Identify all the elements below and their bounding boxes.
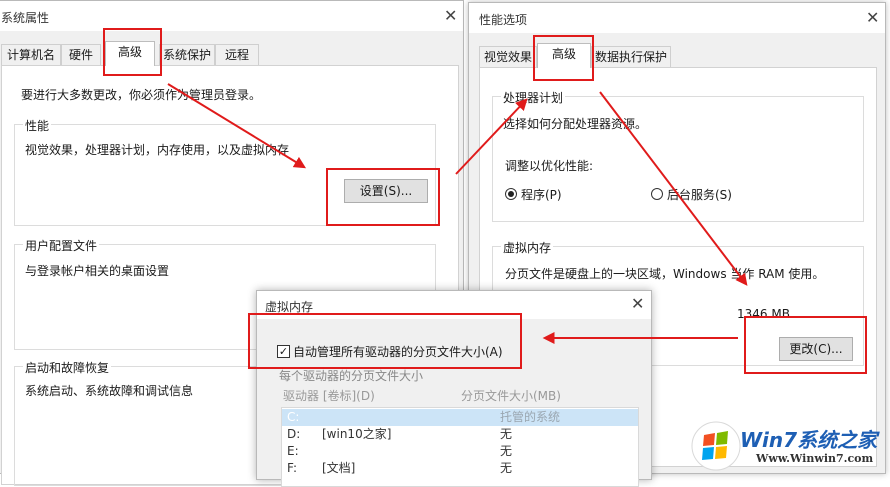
system-properties-tabs: 计算机名 硬件 高级 系统保护 远程: [0, 41, 463, 66]
tab-computer-name[interactable]: 计算机名: [1, 44, 61, 65]
drive-row[interactable]: E: 无: [282, 443, 638, 460]
adjust-label: 调整以优化性能:: [505, 159, 594, 173]
tab-hardware[interactable]: 硬件: [61, 44, 101, 65]
processor-scheduling-label: 处理器计划: [501, 89, 566, 106]
windows-logo-icon: [691, 421, 741, 471]
drive-row[interactable]: D: [win10之家] 无: [282, 426, 638, 443]
auto-manage-checkbox[interactable]: ✓: [277, 345, 290, 358]
virtual-memory-description: 分页文件是硬盘上的一块区域，Windows 当作 RAM 使用。: [505, 267, 825, 281]
virtual-memory-titlebar: 虚拟内存 ✕: [257, 291, 651, 319]
background-services-radio[interactable]: [651, 188, 663, 200]
tab-data-execution-prevention[interactable]: 数据执行保护: [591, 46, 671, 67]
close-icon[interactable]: ✕: [444, 6, 457, 25]
paging-section-label: 每个驱动器的分页文件大小: [279, 369, 424, 383]
drive-column-header: 驱动器 [卷标](D): [283, 389, 375, 403]
performance-description: 视觉效果，处理器计划，内存使用，以及虚拟内存: [25, 143, 290, 157]
performance-label: 性能: [23, 117, 52, 134]
auto-manage-label[interactable]: 自动管理所有驱动器的分页文件大小(A): [293, 343, 503, 360]
performance-settings-button[interactable]: 设置(S)...: [344, 179, 428, 203]
watermark: Win7系统之家 Www.Winwin7.com: [690, 418, 890, 474]
performance-group: 性能 视觉效果，处理器计划，内存使用，以及虚拟内存 设置(S)...: [14, 117, 436, 226]
tab-system-protection[interactable]: 系统保护: [159, 44, 215, 65]
watermark-url: Www.Winwin7.com: [756, 452, 874, 465]
tab-advanced[interactable]: 高级: [537, 43, 591, 68]
processor-scheduling-group: 处理器计划 选择如何分配处理器资源。 调整以优化性能: 程序(P) 后台服务(S…: [492, 89, 864, 222]
size-column-header: 分页文件大小(MB): [461, 389, 561, 403]
programs-radio-label[interactable]: 程序(P): [521, 186, 562, 203]
virtual-memory-label: 虚拟内存: [501, 239, 554, 256]
user-profiles-description: 与登录帐户相关的桌面设置: [25, 264, 170, 278]
system-properties-title: 系统属性: [1, 11, 50, 25]
tab-advanced[interactable]: 高级: [105, 41, 155, 66]
watermark-brand: Win7系统之家: [740, 428, 878, 452]
processor-description: 选择如何分配处理器资源。: [503, 117, 648, 131]
performance-options-title: 性能选项: [479, 13, 528, 27]
tab-remote[interactable]: 远程: [215, 44, 259, 65]
background-services-radio-label[interactable]: 后台服务(S): [667, 186, 732, 203]
close-icon[interactable]: ✕: [631, 294, 644, 313]
startup-recovery-label: 启动和故障恢复: [23, 359, 112, 376]
virtual-memory-title: 虚拟内存: [265, 300, 314, 314]
performance-options-titlebar: 性能选项 ✕: [469, 3, 885, 33]
system-properties-titlebar: 系统属性 ✕: [0, 1, 463, 31]
tab-visual-effects[interactable]: 视觉效果: [479, 46, 537, 67]
virtual-memory-dialog: 虚拟内存 ✕ ✓ 自动管理所有驱动器的分页文件大小(A) 每个驱动器的分页文件大…: [256, 290, 652, 487]
drive-row[interactable]: F: [文档] 无: [282, 460, 638, 477]
close-icon[interactable]: ✕: [866, 8, 879, 27]
virtual-memory-size: 1346 MB: [737, 307, 790, 321]
drive-list[interactable]: C: 托管的系统 D: [win10之家] 无 E: 无 F: [文档] 无: [281, 407, 639, 487]
admin-notice: 要进行大多数更改，你必须作为管理员登录。: [21, 88, 262, 102]
programs-radio[interactable]: [505, 188, 517, 200]
drive-row[interactable]: C: 托管的系统: [282, 409, 638, 426]
startup-recovery-description: 系统启动、系统故障和调试信息: [25, 384, 194, 398]
virtual-memory-panel: ✓ 自动管理所有驱动器的分页文件大小(A) 每个驱动器的分页文件大小 驱动器 […: [257, 319, 651, 487]
change-virtual-memory-button[interactable]: 更改(C)...: [779, 337, 853, 361]
performance-options-tabs: 视觉效果 高级 数据执行保护: [469, 43, 885, 68]
user-profiles-label: 用户配置文件: [23, 237, 100, 254]
